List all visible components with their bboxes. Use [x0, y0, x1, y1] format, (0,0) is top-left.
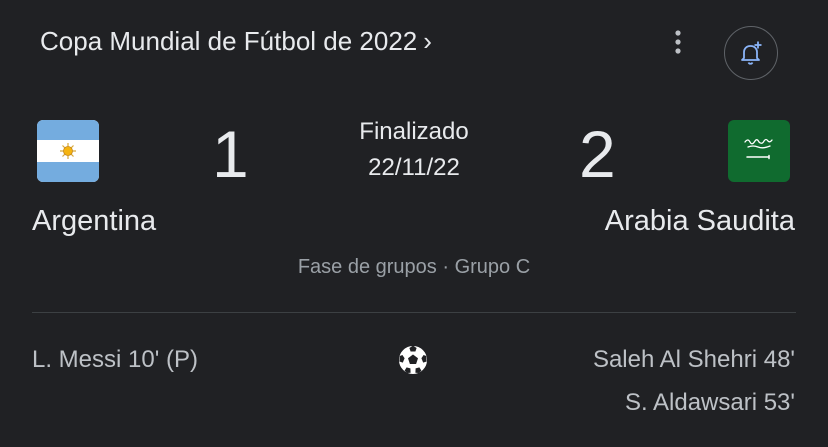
- competition-link[interactable]: Copa Mundial de Fútbol de 2022 ›: [40, 22, 432, 60]
- saudi-arabia-flag-icon: [728, 120, 790, 182]
- soccer-ball-icon: [397, 344, 429, 376]
- match-status: Finalizado: [359, 118, 469, 145]
- more-vert-icon: [675, 30, 681, 54]
- home-team-name[interactable]: Argentina: [32, 205, 156, 238]
- add-alert-icon: [741, 41, 762, 65]
- more-options-button[interactable]: [664, 25, 692, 59]
- divider: [32, 312, 796, 313]
- away-scorer: Saleh Al Shehri 48': [592, 346, 795, 373]
- away-score: 2: [579, 117, 616, 191]
- argentina-flag-icon: [37, 120, 99, 182]
- home-score: 1: [212, 117, 249, 191]
- add-alert-button[interactable]: [724, 26, 778, 80]
- match-stage: Fase de grupos · Grupo C: [297, 256, 531, 278]
- chevron-right-icon: ›: [423, 25, 432, 56]
- competition-title: Copa Mundial de Fútbol de 2022: [40, 25, 418, 56]
- home-scorer: L. Messi 10' (P): [32, 346, 198, 373]
- away-scorer: S. Aldawsari 53': [624, 389, 795, 416]
- match-date: 22/11/22: [368, 154, 460, 181]
- away-team-name[interactable]: Arabia Saudita: [605, 205, 795, 238]
